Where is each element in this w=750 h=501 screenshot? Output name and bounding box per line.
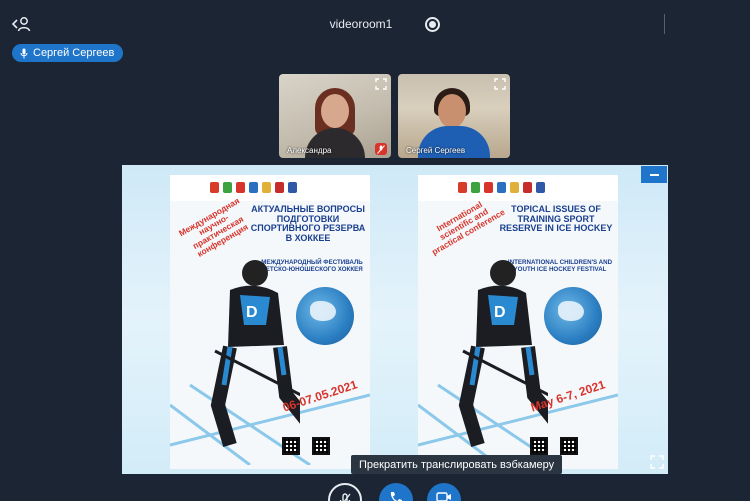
expand-icon[interactable] bbox=[494, 78, 506, 90]
hockey-player-image: D bbox=[210, 260, 300, 448]
qr-code bbox=[560, 437, 578, 455]
hockey-player-image: D bbox=[458, 260, 548, 448]
top-bar: videoroom1 bbox=[0, 0, 750, 44]
camera-tooltip: Прекратить транслировать вэбкамеру bbox=[351, 455, 563, 474]
muted-microphone-icon bbox=[375, 143, 387, 155]
qr-code bbox=[530, 437, 548, 455]
self-name-badge[interactable]: Сергей Сергеев bbox=[12, 44, 124, 62]
microphone-icon bbox=[20, 48, 28, 58]
divider bbox=[664, 14, 665, 34]
fullscreen-icon[interactable] bbox=[650, 455, 664, 469]
phone-icon bbox=[390, 492, 402, 501]
logo-row bbox=[458, 182, 545, 193]
globe-image bbox=[544, 287, 602, 345]
mute-microphone-button[interactable] bbox=[328, 483, 362, 501]
record-icon[interactable] bbox=[425, 17, 440, 32]
muted-microphone-icon bbox=[339, 493, 351, 501]
participants-icon[interactable] bbox=[10, 14, 32, 34]
participant-tile[interactable]: Александра bbox=[279, 74, 391, 158]
svg-text:D: D bbox=[494, 304, 506, 321]
poster-title: Topical issues of training sport reserve… bbox=[499, 204, 613, 234]
self-name: Сергей Сергеев bbox=[33, 47, 115, 59]
camera-button[interactable] bbox=[427, 483, 461, 501]
poster-title: Актуальные вопросы подготовки спортивног… bbox=[250, 204, 366, 244]
poster-english: International scientific and practical c… bbox=[418, 175, 618, 469]
qr-code bbox=[282, 437, 300, 455]
logo-row bbox=[210, 182, 297, 193]
minimize-screen-button[interactable] bbox=[641, 166, 667, 183]
poster-russian: Международная научно-практическая конфер… bbox=[170, 175, 370, 469]
qr-code bbox=[312, 437, 330, 455]
video-camera-icon bbox=[436, 492, 451, 501]
svg-text:D: D bbox=[246, 304, 258, 321]
globe-image bbox=[296, 287, 354, 345]
hangup-button[interactable] bbox=[379, 483, 413, 501]
participant-tile[interactable]: Сергей Сергеев bbox=[398, 74, 510, 158]
room-title: videoroom1 bbox=[329, 17, 393, 31]
participant-name: Сергей Сергеев bbox=[406, 146, 466, 155]
shared-screen: Международная научно-практическая конфер… bbox=[122, 165, 668, 474]
expand-icon[interactable] bbox=[375, 78, 387, 90]
